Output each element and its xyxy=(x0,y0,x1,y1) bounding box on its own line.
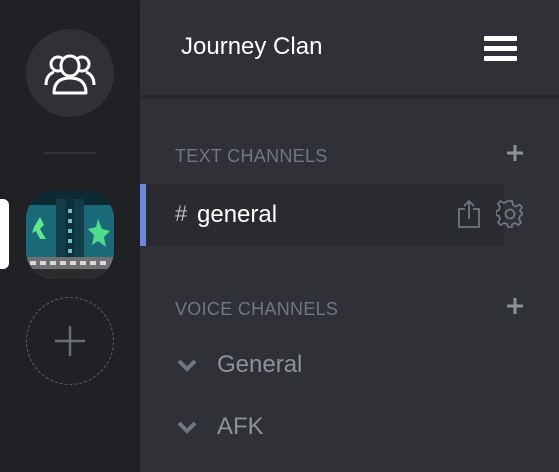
server-icon-image xyxy=(26,191,114,279)
active-server-indicator xyxy=(0,199,9,269)
plus-icon xyxy=(55,326,85,356)
friends-icon xyxy=(44,54,96,95)
channel-item-general[interactable]: # general xyxy=(140,184,524,246)
guild-header[interactable]: Journey Clan xyxy=(140,0,559,97)
plus-icon[interactable] xyxy=(504,295,526,317)
voice-channel-name: General xyxy=(217,351,303,378)
chevron-down-icon xyxy=(177,421,197,434)
voice-channel-afk[interactable]: AFK xyxy=(176,413,516,447)
hamburger-menu-icon[interactable] xyxy=(484,36,517,62)
server-icon-journey-clan[interactable] xyxy=(26,191,114,279)
invite-icon[interactable] xyxy=(456,199,482,229)
category-label: VOICE CHANNELS xyxy=(175,299,339,319)
voice-channel-name: AFK xyxy=(217,413,264,440)
plus-icon[interactable] xyxy=(504,142,526,164)
chevron-down-icon xyxy=(177,359,197,372)
guild-name: Journey Clan xyxy=(181,33,323,60)
channel-name: general xyxy=(197,201,278,228)
server-list-divider xyxy=(44,152,96,154)
add-server-button[interactable] xyxy=(26,297,114,385)
server-rail xyxy=(0,0,140,472)
category-label: TEXT CHANNELS xyxy=(175,146,328,166)
text-channels-category[interactable]: TEXT CHANNELS xyxy=(175,145,559,170)
friends-button[interactable] xyxy=(26,29,114,117)
hash-icon: # xyxy=(175,201,188,226)
voice-channels-category[interactable]: VOICE CHANNELS xyxy=(175,298,559,323)
gear-icon[interactable] xyxy=(496,200,524,228)
selected-channel-indicator xyxy=(140,184,146,246)
voice-channel-general[interactable]: General xyxy=(176,351,516,385)
